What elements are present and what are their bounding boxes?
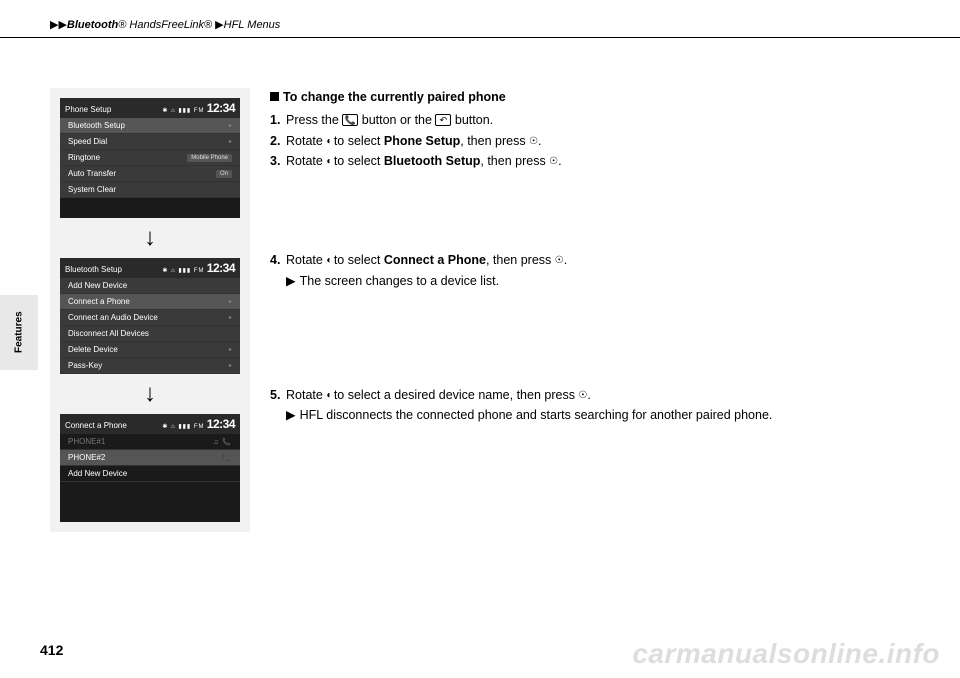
step-5: 5. Rotate ◐ to select a desired device n… <box>270 386 910 405</box>
instructions-column: To change the currently paired phone 1. … <box>270 88 910 532</box>
triangle-bullet-icon: ▶ <box>286 274 296 288</box>
arrow-down-icon: ↓ <box>144 382 156 406</box>
menu-add-new-device: Add New Device <box>60 278 240 294</box>
step-1: 1. Press the 📞 button or the ↶ button. <box>270 111 910 130</box>
menu-disconnect-all: Disconnect All Devices <box>60 326 240 342</box>
screen-connect-phone: Connect a Phone ✱ ⌂ ▮▮▮ FM 12:34 PHONE#1… <box>60 414 240 522</box>
menu-connect-audio: Connect an Audio Device▸ <box>60 310 240 326</box>
clock: 12:34 <box>207 101 235 115</box>
menu-auto-transfer: Auto TransferOn <box>60 166 240 182</box>
device-phone1: PHONE#1♫ 📞 <box>60 434 240 450</box>
menu-ringtone: RingtoneMobile Phone <box>60 150 240 166</box>
side-tab-features: Features <box>0 295 38 370</box>
clock: 12:34 <box>207 261 235 275</box>
section-title: To change the currently paired phone <box>270 88 910 107</box>
menu-speed-dial: Speed Dial▸ <box>60 134 240 150</box>
screenshot-column: Phone Setup ✱ ⌂ ▮▮▮ FM 12:34 Bluetooth S… <box>50 88 250 532</box>
breadcrumb: ▶▶Bluetooth® HandsFreeLink® ▶HFL Menus <box>0 0 960 38</box>
page-number: 412 <box>40 642 63 658</box>
screen-title-text: Bluetooth Setup <box>65 265 122 274</box>
screen-phone-setup: Phone Setup ✱ ⌂ ▮▮▮ FM 12:34 Bluetooth S… <box>60 98 240 218</box>
push-dial-icon: ☉ <box>555 253 564 268</box>
menu-passkey: Pass-Key▸ <box>60 358 240 374</box>
menu-delete-device: Delete Device▸ <box>60 342 240 358</box>
screen-bluetooth-setup: Bluetooth Setup ✱ ⌂ ▮▮▮ FM 12:34 Add New… <box>60 258 240 374</box>
menu-bluetooth-setup: Bluetooth Setup▸ <box>60 118 240 134</box>
step-3: 3. Rotate ◐ to select Bluetooth Setup, t… <box>270 152 910 171</box>
push-dial-icon: ☉ <box>529 134 538 149</box>
step-5-sub: ▶HFL disconnects the connected phone and… <box>270 406 910 425</box>
step-2: 2. Rotate ◐ to select Phone Setup, then … <box>270 132 910 151</box>
screen-title-text: Connect a Phone <box>65 421 127 430</box>
phone-button-icon: 📞 <box>342 114 358 126</box>
device-phone2: PHONE#2♫ 📞 <box>60 450 240 466</box>
back-button-icon: ↶ <box>435 114 451 126</box>
push-dial-icon: ☉ <box>549 154 558 169</box>
menu-system-clear: System Clear <box>60 182 240 198</box>
screen-title-text: Phone Setup <box>65 105 111 114</box>
step-4-sub: ▶The screen changes to a device list. <box>270 272 910 291</box>
device-add-new: Add New Device <box>60 466 240 482</box>
menu-connect-phone: Connect a Phone▸ <box>60 294 240 310</box>
watermark: carmanualsonline.info <box>632 638 940 670</box>
square-bullet-icon <box>270 92 279 101</box>
arrow-down-icon: ↓ <box>144 226 156 250</box>
clock: 12:34 <box>207 417 235 431</box>
step-4: 4. Rotate ◐ to select Connect a Phone, t… <box>270 251 910 270</box>
triangle-bullet-icon: ▶ <box>286 408 296 422</box>
